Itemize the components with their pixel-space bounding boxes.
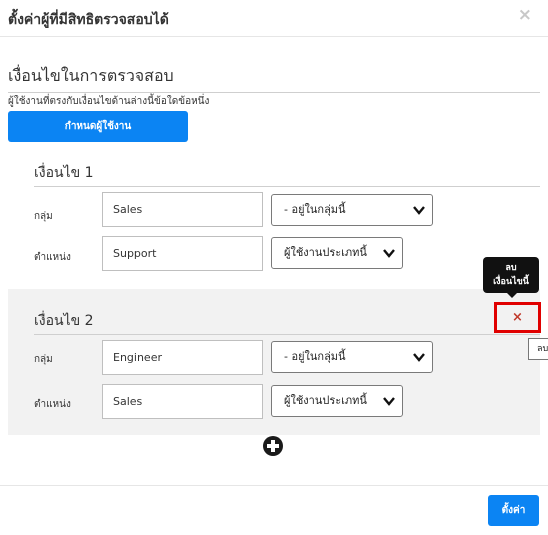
chevron-down-icon: [383, 249, 395, 258]
group-label: กลุ่ม: [34, 354, 53, 365]
group-operator-value: - อยู่ในกลุ่มนี้: [284, 350, 346, 363]
assign-users-button[interactable]: กำหนดผู้ใช้งาน: [8, 111, 188, 142]
position-operator-select[interactable]: ผู้ใช้งานประเภทนี้: [271, 237, 403, 269]
native-title-tooltip: ลบ: [528, 338, 548, 360]
section-description: ผู้ใช้งานที่ตรงกับเงื่อนไขด้านล่างนี้ข้อ…: [8, 96, 210, 107]
position-operator-select[interactable]: ผู้ใช้งานประเภทนี้: [271, 385, 403, 417]
save-button[interactable]: ตั้งค่า: [488, 495, 539, 526]
tooltip-line-1: ลบ: [505, 263, 517, 273]
dialog-title: ตั้งค่าผู้ที่มีสิทธิตรวจสอบได้: [8, 12, 169, 28]
dialog-header: ตั้งค่าผู้ที่มีสิทธิตรวจสอบได้ ×: [0, 0, 548, 37]
x-icon: ×: [512, 310, 523, 325]
position-operator-value: ผู้ใช้งานประเภทนี้: [284, 246, 367, 259]
condition-title: เงื่อนไข 2: [34, 310, 540, 335]
position-label: ตำแหน่ง: [34, 252, 71, 263]
position-input[interactable]: Sales: [102, 384, 263, 419]
close-icon[interactable]: ×: [518, 5, 532, 25]
permission-dialog: ตั้งค่าผู้ที่มีสิทธิตรวจสอบได้ × เงื่อนไ…: [0, 0, 548, 535]
condition-block-2: เงื่อนไข 2 กลุ่ม Engineer - อยู่ในกลุ่มน…: [8, 289, 540, 435]
condition-block-1: เงื่อนไข 1 กลุ่ม Sales - อยู่ในกลุ่มนี้ …: [8, 152, 540, 282]
tooltip-line-2: เงื่อนไขนี้: [493, 277, 529, 287]
group-input[interactable]: Sales: [102, 192, 263, 227]
position-operator-value: ผู้ใช้งานประเภทนี้: [284, 394, 367, 407]
group-operator-select[interactable]: - อยู่ในกลุ่มนี้: [271, 194, 433, 226]
group-label: กลุ่ม: [34, 211, 53, 222]
delete-condition-tooltip: ลบ เงื่อนไขนี้: [483, 257, 539, 298]
section-title: เงื่อนไขในการตรวจสอบ: [8, 64, 540, 93]
condition-title: เงื่อนไข 1: [34, 162, 540, 187]
delete-condition-button[interactable]: ×: [494, 302, 541, 333]
chevron-down-icon: [383, 397, 395, 406]
group-operator-value: - อยู่ในกลุ่มนี้: [284, 203, 346, 216]
position-input[interactable]: Support: [102, 236, 263, 271]
chevron-down-icon: [413, 206, 425, 215]
plus-circle-icon[interactable]: [263, 436, 283, 456]
group-operator-select[interactable]: - อยู่ในกลุ่มนี้: [271, 341, 433, 373]
dialog-footer: [0, 485, 548, 535]
chevron-down-icon: [413, 353, 425, 362]
group-input[interactable]: Engineer: [102, 340, 263, 375]
position-label: ตำแหน่ง: [34, 399, 71, 410]
